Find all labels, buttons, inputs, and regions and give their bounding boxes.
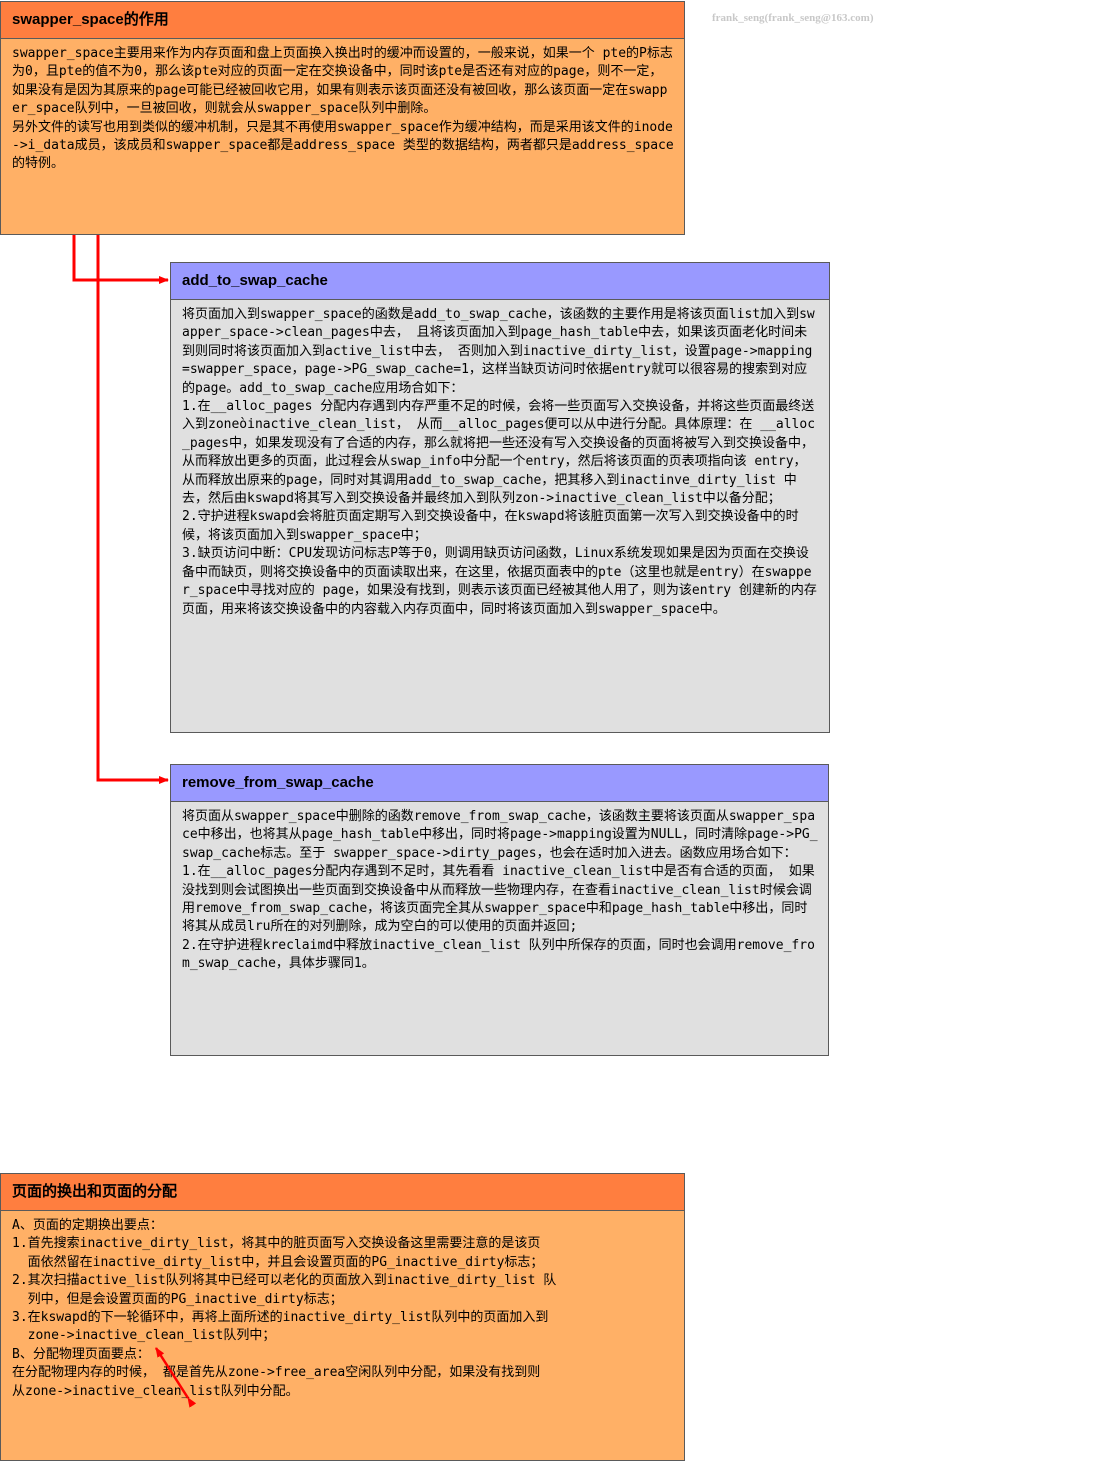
swapper-space-box: swapper_space的作用 swapper_space主要用来作为内存页面…	[0, 1, 685, 235]
paging-title: 页面的换出和页面的分配	[1, 1174, 684, 1211]
remove-from-swap-cache-box: remove_from_swap_cache 将页面从swapper_space…	[170, 764, 829, 1056]
connector-to-remove-from-swap-cache	[96, 235, 169, 784]
author-watermark: frank_seng(frank_seng@163.com)	[712, 12, 874, 24]
swapper-space-body: swapper_space主要用来作为内存页面和盘上页面换入换出时的缓冲而设置的…	[12, 46, 674, 172]
add-to-swap-cache-title: add_to_swap_cache	[171, 263, 829, 300]
connector-to-add-to-swap-cache	[72, 235, 169, 284]
paging-box: 页面的换出和页面的分配 A、页面的定期换出要点： 1.首先搜索inactive_…	[0, 1173, 685, 1461]
add-to-swap-cache-body: 将页面加入到swapper_space的函数是add_to_swap_cache…	[182, 307, 817, 617]
swapper-space-title: swapper_space的作用	[1, 2, 684, 39]
add-to-swap-cache-box: add_to_swap_cache 将页面加入到swapper_space的函数…	[170, 262, 830, 733]
remove-from-swap-cache-body: 将页面从swapper_space中删除的函数remove_from_swap_…	[182, 809, 818, 972]
paging-body: A、页面的定期换出要点： 1.首先搜索inactive_dirty_list，将…	[12, 1218, 557, 1399]
remove-from-swap-cache-title: remove_from_swap_cache	[171, 765, 828, 802]
